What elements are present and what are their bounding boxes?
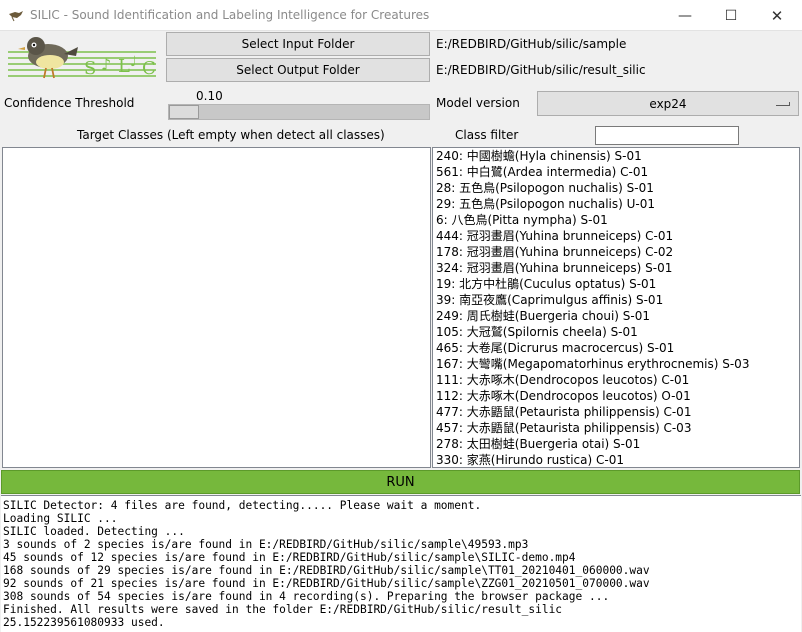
maximize-button[interactable]: ☐ xyxy=(708,0,754,31)
class-list-item[interactable]: 561: 中白鷺(Ardea intermedia) C-01 xyxy=(433,164,799,180)
confidence-slider-handle[interactable] xyxy=(169,105,199,119)
class-list-item[interactable]: 112: 大赤啄木(Dendrocopos leucotos) O-01 xyxy=(433,388,799,404)
class-list-item[interactable]: 111: 大赤啄木(Dendrocopos leucotos) C-01 xyxy=(433,372,799,388)
class-list-item[interactable]: 29: 五色鳥(Psilopogon nuchalis) U-01 xyxy=(433,196,799,212)
confidence-threshold-label: Confidence Threshold xyxy=(4,96,135,110)
log-line: SILIC loaded. Detecting ... xyxy=(3,525,185,538)
logo-letter-c: C xyxy=(142,58,156,79)
class-list-item[interactable]: 19: 北方中杜鵑(Cuculus optatus) S-01 xyxy=(433,276,799,292)
svg-text:♩: ♩ xyxy=(130,54,137,70)
log-line: SILIC Detector: 4 files are found, detec… xyxy=(3,499,482,512)
close-button[interactable]: ✕ xyxy=(754,0,800,31)
class-list-item[interactable]: 39: 南亞夜鷹(Caprimulgus affinis) S-01 xyxy=(433,292,799,308)
log-line: 308 sounds of 54 species is/are found in… xyxy=(3,590,610,603)
log-line: Finished. All results were saved in the … xyxy=(3,603,563,616)
log-line: Loading SILIC ... xyxy=(3,512,118,525)
class-list-item[interactable]: 240: 中國樹蟾(Hyla chinensis) S-01 xyxy=(433,148,799,164)
class-list-item[interactable]: 278: 太田樹蛙(Buergeria otai) S-01 xyxy=(433,436,799,452)
class-list[interactable]: 240: 中國樹蟾(Hyla chinensis) S-01 561: 中白鷺(A… xyxy=(432,147,800,468)
class-list-item[interactable]: 465: 大卷尾(Dicrurus macrocercus) S-01 xyxy=(433,340,799,356)
log-line: 3 sounds of 2 species is/are found in E:… xyxy=(3,538,529,551)
class-list-item[interactable]: 28: 五色鳥(Psilopogon nuchalis) S-01 xyxy=(433,180,799,196)
confidence-slider[interactable] xyxy=(168,104,430,120)
logo-letter-l: L xyxy=(118,56,130,77)
target-classes-label: Target Classes (Left empty when detect a… xyxy=(77,128,385,142)
model-version-select[interactable]: exp24 xyxy=(537,91,799,116)
class-list-item[interactable]: 330: 家燕(Hirundo rustica) C-01 xyxy=(433,452,799,467)
log-line: 92 sounds of 21 species is/are found in … xyxy=(3,577,650,590)
log-output[interactable]: SILIC Detector: 4 files are found, detec… xyxy=(1,495,801,632)
class-list-item[interactable]: 324: 冠羽畫眉(Yuhina brunneiceps) S-01 xyxy=(433,260,799,276)
minimize-button[interactable]: — xyxy=(662,0,708,31)
class-list-item[interactable]: 178: 冠羽畫眉(Yuhina brunneiceps) C-02 xyxy=(433,244,799,260)
silic-logo: S ♪ L ♩ C xyxy=(8,37,156,79)
window-title: SILIC - Sound Identification and Labelin… xyxy=(30,8,430,22)
input-folder-path: E:/REDBIRD/GitHub/silic/sample xyxy=(436,37,627,51)
log-line: 45 sounds of 12 species is/are found in … xyxy=(3,551,576,564)
select-input-folder-button[interactable]: Select Input Folder xyxy=(166,32,430,56)
log-line: 168 sounds of 29 species is/are found in… xyxy=(3,564,650,577)
target-classes-list[interactable] xyxy=(2,147,431,468)
class-list-item[interactable]: 444: 冠羽畫眉(Yuhina brunneiceps) C-01 xyxy=(433,228,799,244)
svg-text:♪: ♪ xyxy=(101,55,111,74)
logo-notes: S ♪ L ♩ C xyxy=(84,54,156,79)
class-filter-label: Class filter xyxy=(455,128,519,142)
confidence-value: 0.10 xyxy=(196,89,223,103)
class-list-item[interactable]: 249: 周氏樹蛙(Buergeria choui) S-01 xyxy=(433,308,799,324)
select-output-folder-button[interactable]: Select Output Folder xyxy=(166,58,430,82)
title-bar: SILIC - Sound Identification and Labelin… xyxy=(0,0,802,31)
output-folder-path: E:/REDBIRD/GitHub/silic/result_silic xyxy=(436,63,646,77)
class-list-item[interactable]: 477: 大赤鼯鼠(Petaurista philippensis) C-01 xyxy=(433,404,799,420)
minimize-icon: — xyxy=(678,7,692,24)
class-list-item[interactable]: 167: 大彎嘴(Megapomatorhinus erythrocnemis)… xyxy=(433,356,799,372)
class-filter-input[interactable] xyxy=(595,126,739,145)
close-icon: ✕ xyxy=(770,6,784,25)
log-line: 25.152239561080933 used. xyxy=(3,616,165,629)
run-button[interactable]: RUN xyxy=(1,470,800,494)
class-list-item[interactable]: 105: 大冠鷲(Spilornis cheela) S-01 xyxy=(433,324,799,340)
dropdown-indicator-icon xyxy=(776,102,790,106)
logo-letter-s: S xyxy=(84,58,96,79)
model-version-label: Model version xyxy=(436,96,520,110)
bird-app-icon xyxy=(9,11,23,22)
model-version-value: exp24 xyxy=(649,96,687,111)
class-list-item[interactable]: 457: 大赤鼯鼠(Petaurista philippensis) C-03 xyxy=(433,420,799,436)
class-list-item[interactable]: 6: 八色鳥(Pitta nympha) S-01 xyxy=(433,212,799,228)
maximize-icon: ☐ xyxy=(724,7,738,24)
